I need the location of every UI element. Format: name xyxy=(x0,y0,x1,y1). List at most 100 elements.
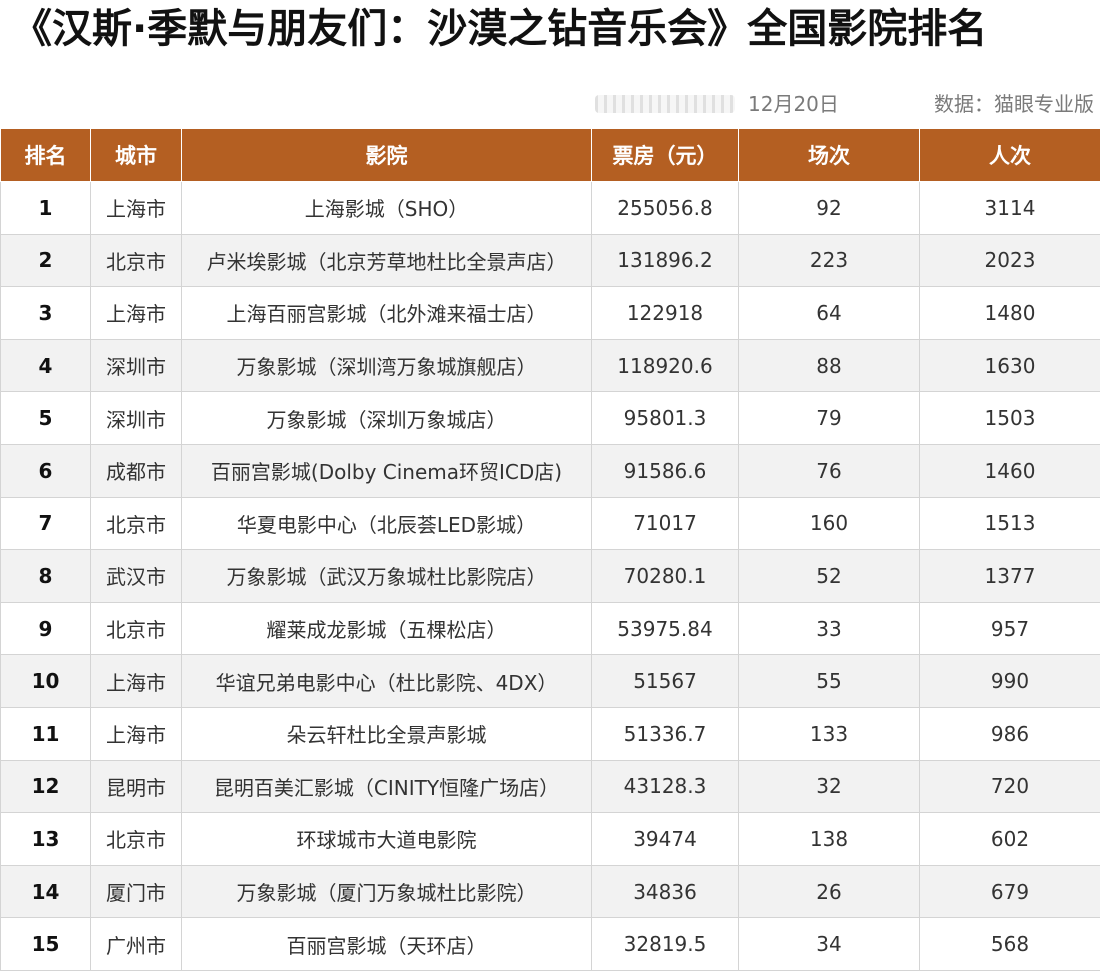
admissions-cell: 568 xyxy=(919,917,1100,971)
rank-cell: 13 xyxy=(0,812,91,866)
cinema-cell: 上海百丽宫影城（北外滩来福士店） xyxy=(181,286,592,340)
box-office-cell: 91586.6 xyxy=(591,443,739,498)
city-cell: 北京市 xyxy=(90,812,182,866)
shows-cell: 32 xyxy=(738,759,920,814)
rank-cell: 3 xyxy=(0,286,91,340)
shows-cell: 52 xyxy=(738,549,920,603)
table-row: 11 上海市 朵云轩杜比全景声影城 51336.7 133 986 xyxy=(0,706,1100,761)
shows-cell: 79 xyxy=(738,391,920,445)
rank-cell: 10 xyxy=(0,654,91,708)
rank-cell: 9 xyxy=(0,601,91,656)
box-office-cell: 51567 xyxy=(591,654,739,708)
box-office-cell: 51336.7 xyxy=(591,706,739,761)
cinema-ranking-table: 排名 城市 影院 票房（元） 场次 人次 1 上海市 上海影城（SHO） 255… xyxy=(0,128,1100,971)
box-office-cell: 39474 xyxy=(591,812,739,866)
shows-cell: 64 xyxy=(738,286,920,340)
header-cinema: 影院 xyxy=(181,128,592,182)
shows-cell: 55 xyxy=(738,654,920,708)
table-row: 4 深圳市 万象影城（深圳湾万象城旗舰店） 118920.6 88 1630 xyxy=(0,338,1100,393)
table-row: 12 昆明市 昆明百美汇影城（CINITY恒隆广场店） 43128.3 32 7… xyxy=(0,759,1100,814)
table-row: 14 厦门市 万象影城（厦门万象城杜比影院） 34836 26 679 xyxy=(0,864,1100,919)
box-office-cell: 34836 xyxy=(591,864,739,919)
city-cell: 成都市 xyxy=(90,443,182,498)
city-cell: 上海市 xyxy=(90,286,182,340)
blurred-watermark xyxy=(595,95,735,113)
cinema-cell: 朵云轩杜比全景声影城 xyxy=(181,706,592,761)
cinema-cell: 万象影城（厦门万象城杜比影院） xyxy=(181,864,592,919)
box-office-cell: 43128.3 xyxy=(591,759,739,814)
rank-cell: 7 xyxy=(0,496,91,551)
admissions-cell: 1480 xyxy=(919,286,1100,340)
rank-cell: 5 xyxy=(0,391,91,445)
table-row: 2 北京市 卢米埃影城（北京芳草地杜比全景声店） 131896.2 223 20… xyxy=(0,233,1100,288)
shows-cell: 92 xyxy=(738,181,920,235)
header-box-office: 票房（元） xyxy=(591,128,739,182)
city-cell: 广州市 xyxy=(90,917,182,971)
admissions-cell: 1503 xyxy=(919,391,1100,445)
table-row: 13 北京市 环球城市大道电影院 39474 138 602 xyxy=(0,812,1100,866)
cinema-cell: 华夏电影中心（北辰荟LED影城） xyxy=(181,496,592,551)
shows-cell: 76 xyxy=(738,443,920,498)
admissions-cell: 720 xyxy=(919,759,1100,814)
table-row: 5 深圳市 万象影城（深圳万象城店） 95801.3 79 1503 xyxy=(0,391,1100,445)
city-cell: 武汉市 xyxy=(90,549,182,603)
city-cell: 北京市 xyxy=(90,233,182,288)
table-row: 15 广州市 百丽宫影城（天环店） 32819.5 34 568 xyxy=(0,917,1100,971)
box-office-cell: 32819.5 xyxy=(591,917,739,971)
shows-cell: 88 xyxy=(738,338,920,393)
box-office-cell: 53975.84 xyxy=(591,601,739,656)
cinema-cell: 华谊兄弟电影中心（杜比影院、4DX） xyxy=(181,654,592,708)
cinema-cell: 百丽宫影城(Dolby Cinema环贸ICD店) xyxy=(181,443,592,498)
city-cell: 北京市 xyxy=(90,601,182,656)
header-shows: 场次 xyxy=(738,128,920,182)
rank-cell: 1 xyxy=(0,181,91,235)
rank-cell: 15 xyxy=(0,917,91,971)
box-office-cell: 70280.1 xyxy=(591,549,739,603)
rank-cell: 4 xyxy=(0,338,91,393)
header-rank: 排名 xyxy=(0,128,91,182)
page-title: 《汉斯·季默与朋友们：沙漠之钻音乐会》全国影院排名 xyxy=(12,6,988,52)
shows-cell: 33 xyxy=(738,601,920,656)
admissions-cell: 1513 xyxy=(919,496,1100,551)
box-office-cell: 131896.2 xyxy=(591,233,739,288)
data-source: 数据：猫眼专业版 xyxy=(934,92,1094,116)
cinema-cell: 环球城市大道电影院 xyxy=(181,812,592,866)
city-cell: 上海市 xyxy=(90,181,182,235)
cinema-cell: 百丽宫影城（天环店） xyxy=(181,917,592,971)
city-cell: 昆明市 xyxy=(90,759,182,814)
admissions-cell: 1377 xyxy=(919,549,1100,603)
shows-cell: 138 xyxy=(738,812,920,866)
cinema-cell: 万象影城（深圳万象城店） xyxy=(181,391,592,445)
rank-cell: 11 xyxy=(0,706,91,761)
box-office-cell: 255056.8 xyxy=(591,181,739,235)
shows-cell: 223 xyxy=(738,233,920,288)
box-office-cell: 95801.3 xyxy=(591,391,739,445)
box-office-cell: 122918 xyxy=(591,286,739,340)
cinema-cell: 万象影城（深圳湾万象城旗舰店） xyxy=(181,338,592,393)
table-row: 9 北京市 耀莱成龙影城（五棵松店） 53975.84 33 957 xyxy=(0,601,1100,656)
cinema-cell: 万象影城（武汉万象城杜比影院店） xyxy=(181,549,592,603)
city-cell: 北京市 xyxy=(90,496,182,551)
admissions-cell: 986 xyxy=(919,706,1100,761)
cinema-cell: 昆明百美汇影城（CINITY恒隆广场店） xyxy=(181,759,592,814)
box-office-cell: 118920.6 xyxy=(591,338,739,393)
cinema-cell: 耀莱成龙影城（五棵松店） xyxy=(181,601,592,656)
admissions-cell: 1630 xyxy=(919,338,1100,393)
table-row: 6 成都市 百丽宫影城(Dolby Cinema环贸ICD店) 91586.6 … xyxy=(0,443,1100,498)
admissions-cell: 679 xyxy=(919,864,1100,919)
header-admissions: 人次 xyxy=(919,128,1100,182)
table-row: 8 武汉市 万象影城（武汉万象城杜比影院店） 70280.1 52 1377 xyxy=(0,549,1100,603)
city-cell: 上海市 xyxy=(90,654,182,708)
table-row: 7 北京市 华夏电影中心（北辰荟LED影城） 71017 160 1513 xyxy=(0,496,1100,551)
admissions-cell: 990 xyxy=(919,654,1100,708)
shows-cell: 34 xyxy=(738,917,920,971)
shows-cell: 133 xyxy=(738,706,920,761)
table-row: 3 上海市 上海百丽宫影城（北外滩来福士店） 122918 64 1480 xyxy=(0,286,1100,340)
cinema-cell: 卢米埃影城（北京芳草地杜比全景声店） xyxy=(181,233,592,288)
admissions-cell: 2023 xyxy=(919,233,1100,288)
rank-cell: 2 xyxy=(0,233,91,288)
city-cell: 厦门市 xyxy=(90,864,182,919)
rank-cell: 14 xyxy=(0,864,91,919)
cinema-cell: 上海影城（SHO） xyxy=(181,181,592,235)
box-office-cell: 71017 xyxy=(591,496,739,551)
